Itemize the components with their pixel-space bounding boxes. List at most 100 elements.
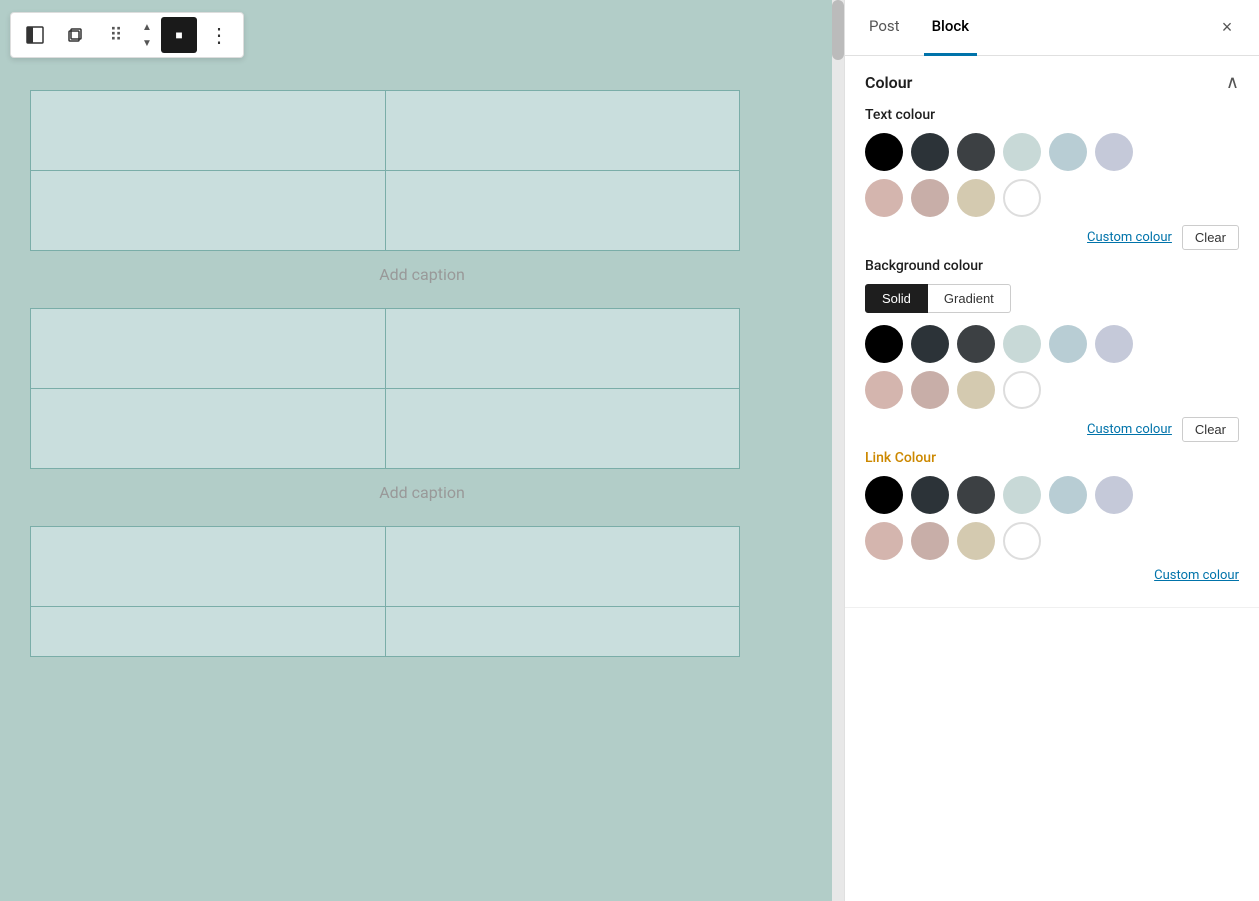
table-cell[interactable] bbox=[385, 309, 740, 389]
text-colour-title: Text colour bbox=[865, 107, 1239, 123]
panel-header: Post Block × bbox=[845, 0, 1259, 56]
table-cell[interactable] bbox=[31, 309, 386, 389]
background-colour-subsection: Background colour Solid Gradient Cust bbox=[865, 258, 1239, 442]
background-colour-title: Background colour bbox=[865, 258, 1239, 274]
link-swatch-charcoal[interactable] bbox=[957, 476, 995, 514]
layout-button[interactable] bbox=[17, 17, 53, 53]
bg-swatch-lavender[interactable] bbox=[1095, 325, 1133, 363]
link-colour-title: Link Colour bbox=[865, 450, 1239, 466]
text-swatch-lavender[interactable] bbox=[1095, 133, 1133, 171]
square-block-icon: ■ bbox=[175, 28, 182, 42]
bg-swatch-white[interactable] bbox=[1003, 371, 1041, 409]
text-swatch-black[interactable] bbox=[865, 133, 903, 171]
bg-swatch-rosegray[interactable] bbox=[911, 371, 949, 409]
editor-area: ⠿ ▲ ▼ ■ ⋮ Add captio bbox=[0, 0, 844, 901]
table-cell[interactable] bbox=[385, 389, 740, 469]
bg-swatch-charcoal[interactable] bbox=[957, 325, 995, 363]
bg-swatch-lightblue[interactable] bbox=[1049, 325, 1087, 363]
table-cell[interactable] bbox=[31, 171, 386, 251]
more-options-button[interactable]: ⋮ bbox=[201, 17, 237, 53]
link-colour-row-1 bbox=[865, 476, 1239, 514]
link-swatch-lavender[interactable] bbox=[1095, 476, 1133, 514]
bg-swatch-blush[interactable] bbox=[865, 371, 903, 409]
block-type-button[interactable]: ■ bbox=[161, 17, 197, 53]
stepper-down-button[interactable]: ▼ bbox=[137, 35, 157, 51]
bg-swatch-tan[interactable] bbox=[957, 371, 995, 409]
bg-swatch-darkgray[interactable] bbox=[911, 325, 949, 363]
duplicate-button[interactable] bbox=[57, 17, 93, 53]
collapse-icon[interactable]: ∧ bbox=[1226, 72, 1239, 93]
text-swatch-darkgray[interactable] bbox=[911, 133, 949, 171]
link-colour-actions: Custom colour bbox=[865, 568, 1239, 583]
text-colour-subsection: Text colour Custom colour Clear bbox=[865, 107, 1239, 250]
caption-1[interactable]: Add caption bbox=[30, 251, 814, 308]
section-header: Colour ∧ bbox=[865, 72, 1239, 93]
link-swatch-black[interactable] bbox=[865, 476, 903, 514]
duplicate-icon bbox=[65, 25, 85, 45]
scrollbar-track bbox=[832, 0, 844, 901]
table-cell[interactable] bbox=[31, 91, 386, 171]
text-colour-actions: Custom colour Clear bbox=[865, 225, 1239, 250]
table-cell[interactable] bbox=[385, 607, 740, 657]
bg-toggle: Solid Gradient bbox=[865, 284, 1239, 313]
drag-button[interactable]: ⠿ bbox=[97, 17, 133, 53]
table-cell[interactable] bbox=[385, 527, 740, 607]
table-block-2: Add caption bbox=[30, 308, 814, 526]
text-colour-row-1 bbox=[865, 133, 1239, 171]
stepper: ▲ ▼ bbox=[137, 19, 157, 51]
table-block-1: Add caption bbox=[30, 90, 814, 308]
text-swatch-mint[interactable] bbox=[1003, 133, 1041, 171]
right-panel: Post Block × Colour ∧ Text colour bbox=[844, 0, 1259, 901]
tab-block[interactable]: Block bbox=[924, 0, 977, 56]
drag-icon: ⠿ bbox=[109, 25, 120, 46]
solid-toggle-button[interactable]: Solid bbox=[865, 284, 928, 313]
table-cell[interactable] bbox=[385, 91, 740, 171]
link-swatch-white[interactable] bbox=[1003, 522, 1041, 560]
editor-table-1[interactable] bbox=[30, 90, 740, 251]
text-swatch-tan[interactable] bbox=[957, 179, 995, 217]
colour-section: Colour ∧ Text colour Custom colour bbox=[845, 56, 1259, 608]
link-colour-row-2 bbox=[865, 522, 1239, 560]
link-colour-subsection: Link Colour Custom colour bbox=[865, 450, 1239, 583]
text-swatch-charcoal[interactable] bbox=[957, 133, 995, 171]
link-custom-colour-link[interactable]: Custom colour bbox=[1154, 568, 1239, 583]
link-swatch-rosegray[interactable] bbox=[911, 522, 949, 560]
stepper-up-button[interactable]: ▲ bbox=[137, 19, 157, 35]
bg-swatch-mint[interactable] bbox=[1003, 325, 1041, 363]
close-icon: × bbox=[1222, 17, 1233, 38]
text-swatch-rosegray[interactable] bbox=[911, 179, 949, 217]
block-toolbar: ⠿ ▲ ▼ ■ ⋮ bbox=[10, 12, 244, 58]
section-title: Colour bbox=[865, 73, 912, 92]
more-options-icon: ⋮ bbox=[209, 23, 229, 48]
link-swatch-lightblue[interactable] bbox=[1049, 476, 1087, 514]
table-cell[interactable] bbox=[385, 171, 740, 251]
text-custom-colour-link[interactable]: Custom colour bbox=[1087, 230, 1172, 245]
link-swatch-mint[interactable] bbox=[1003, 476, 1041, 514]
bg-clear-button[interactable]: Clear bbox=[1182, 417, 1239, 442]
gradient-toggle-button[interactable]: Gradient bbox=[928, 284, 1011, 313]
text-clear-button[interactable]: Clear bbox=[1182, 225, 1239, 250]
editor-content: Add caption Add caption bbox=[0, 0, 844, 687]
link-swatch-darkgray[interactable] bbox=[911, 476, 949, 514]
tab-post[interactable]: Post bbox=[861, 0, 908, 56]
table-block-3 bbox=[30, 526, 814, 657]
text-swatch-lightblue[interactable] bbox=[1049, 133, 1087, 171]
scrollbar-thumb[interactable] bbox=[832, 0, 844, 60]
editor-table-2[interactable] bbox=[30, 308, 740, 469]
text-swatch-white[interactable] bbox=[1003, 179, 1041, 217]
text-colour-row-2 bbox=[865, 179, 1239, 217]
bg-custom-colour-link[interactable]: Custom colour bbox=[1087, 422, 1172, 437]
bg-colour-actions: Custom colour Clear bbox=[865, 417, 1239, 442]
link-swatch-blush[interactable] bbox=[865, 522, 903, 560]
bg-colour-row-2 bbox=[865, 371, 1239, 409]
editor-table-3[interactable] bbox=[30, 526, 740, 657]
bg-swatch-black[interactable] bbox=[865, 325, 903, 363]
table-cell[interactable] bbox=[31, 607, 386, 657]
link-swatch-tan[interactable] bbox=[957, 522, 995, 560]
table-cell[interactable] bbox=[31, 527, 386, 607]
caption-2[interactable]: Add caption bbox=[30, 469, 814, 526]
table-cell[interactable] bbox=[31, 389, 386, 469]
text-swatch-blush[interactable] bbox=[865, 179, 903, 217]
panel-close-button[interactable]: × bbox=[1211, 12, 1243, 44]
layout-icon bbox=[25, 25, 45, 45]
